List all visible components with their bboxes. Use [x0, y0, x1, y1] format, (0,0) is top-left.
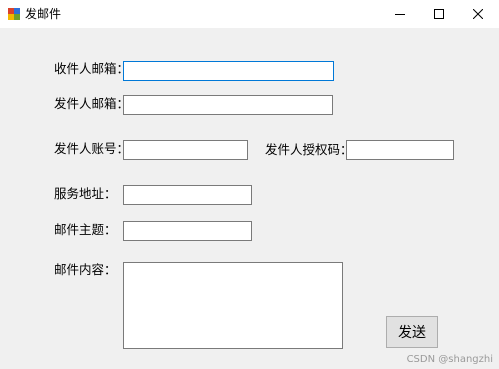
server-address-field[interactable] [123, 185, 252, 205]
recipient-email-input[interactable] [124, 62, 333, 80]
content-textarea[interactable] [124, 263, 342, 348]
window-title: 发邮件 [25, 7, 62, 21]
title-bar: 发邮件 [0, 0, 499, 28]
subject-label: 邮件主题： [54, 222, 117, 237]
sender-label: 发件人邮箱： [54, 96, 130, 111]
minimize-button[interactable] [383, 0, 417, 28]
subject-field[interactable] [123, 221, 252, 241]
content-label: 邮件内容： [54, 262, 117, 277]
sender-email-field[interactable] [123, 95, 333, 115]
account-label: 发件人账号： [54, 141, 130, 156]
server-label: 服务地址： [54, 186, 117, 201]
auth-code-input[interactable] [347, 141, 453, 159]
watermark: CSDN @shangzhi [406, 354, 493, 365]
recipient-email-field[interactable] [123, 61, 334, 81]
server-address-input[interactable] [124, 186, 251, 204]
sender-email-input[interactable] [124, 96, 332, 114]
sender-account-field[interactable] [123, 140, 248, 160]
close-button[interactable] [461, 0, 495, 28]
minimize-icon [395, 14, 405, 15]
auth-code-field[interactable] [346, 140, 454, 160]
auth-code-label: 发件人授权码： [265, 142, 353, 157]
maximize-icon [434, 9, 444, 19]
content-field[interactable] [123, 262, 343, 349]
subject-input[interactable] [124, 222, 251, 240]
app-icon [8, 8, 20, 20]
send-button[interactable]: 发送 [386, 316, 438, 348]
close-icon [473, 9, 483, 19]
maximize-button[interactable] [422, 0, 456, 28]
sender-account-input[interactable] [124, 141, 247, 159]
recipient-label: 收件人邮箱： [54, 61, 130, 76]
